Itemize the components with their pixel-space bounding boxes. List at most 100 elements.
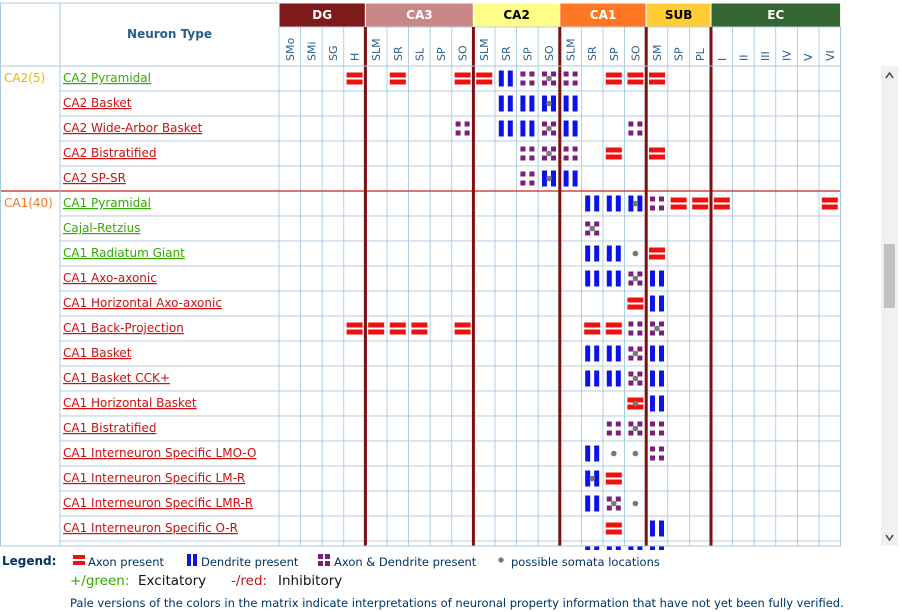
matrix-cell[interactable] [797, 540, 820, 547]
matrix-cell[interactable] [689, 490, 712, 517]
matrix-cell[interactable] [602, 215, 626, 242]
matrix-cell[interactable] [818, 290, 842, 317]
matrix-cell[interactable] [343, 140, 366, 167]
matrix-cell[interactable] [689, 265, 712, 292]
matrix-cell[interactable] [364, 190, 388, 217]
matrix-cell[interactable] [797, 265, 820, 292]
matrix-cell[interactable] [429, 465, 453, 492]
matrix-cell[interactable] [645, 340, 669, 367]
matrix-cell[interactable] [797, 390, 820, 417]
matrix-cell[interactable] [818, 265, 842, 292]
matrix-cell[interactable] [364, 65, 388, 92]
matrix-cell[interactable] [667, 415, 690, 442]
matrix-cell[interactable] [472, 240, 496, 267]
matrix-cell[interactable] [667, 340, 690, 367]
matrix-cell[interactable] [710, 115, 734, 142]
matrix-cell[interactable] [753, 115, 777, 142]
matrix-cell[interactable] [386, 490, 410, 517]
matrix-cell[interactable] [408, 215, 431, 242]
matrix-cell[interactable] [624, 165, 647, 192]
neuron-link-ca1-radiatum-giant[interactable]: CA1 Radiatum Giant [63, 246, 185, 260]
matrix-cell[interactable] [710, 290, 734, 317]
matrix-cell[interactable] [797, 415, 820, 442]
matrix-cell[interactable] [278, 65, 302, 92]
matrix-cell[interactable] [386, 465, 410, 492]
matrix-cell[interactable] [472, 165, 496, 192]
matrix-cell[interactable] [278, 390, 302, 417]
matrix-cell[interactable] [364, 215, 388, 242]
matrix-cell[interactable] [818, 365, 842, 392]
matrix-cell[interactable] [408, 90, 431, 117]
matrix-cell[interactable] [321, 265, 345, 292]
matrix-cell[interactable] [775, 115, 798, 142]
matrix-cell[interactable] [602, 265, 626, 292]
matrix-cell[interactable] [732, 65, 755, 92]
matrix-cell[interactable] [343, 415, 366, 442]
matrix-cell[interactable] [343, 215, 366, 242]
matrix-cell[interactable] [386, 440, 410, 467]
neuron-link-ca2-sp-sr[interactable]: CA2 SP-SR [63, 171, 126, 185]
matrix-cell[interactable] [581, 415, 604, 442]
matrix-cell[interactable] [818, 490, 842, 517]
matrix-cell[interactable] [559, 515, 582, 542]
matrix-cell[interactable] [753, 515, 777, 542]
matrix-cell[interactable] [278, 240, 302, 267]
matrix-cell[interactable] [775, 165, 798, 192]
matrix-cell[interactable] [645, 240, 669, 267]
matrix-cell[interactable] [343, 365, 366, 392]
matrix-cell[interactable] [797, 515, 820, 542]
matrix-cell[interactable] [710, 465, 734, 492]
matrix-cell[interactable] [472, 440, 496, 467]
matrix-cell[interactable] [516, 165, 539, 192]
matrix-cell[interactable] [472, 290, 496, 317]
matrix-cell[interactable] [516, 515, 539, 542]
matrix-cell[interactable] [300, 465, 323, 492]
matrix-cell[interactable] [343, 490, 366, 517]
matrix-cell[interactable] [775, 90, 798, 117]
matrix-cell[interactable] [343, 240, 366, 267]
matrix-cell[interactable] [408, 390, 431, 417]
matrix-cell[interactable] [689, 115, 712, 142]
matrix-cell[interactable] [451, 165, 474, 192]
matrix-cell[interactable] [364, 440, 388, 467]
matrix-cell[interactable] [645, 140, 669, 167]
matrix-cell[interactable] [278, 315, 302, 342]
neuron-link-ca1-bistratified[interactable]: CA1 Bistratified [63, 421, 156, 435]
matrix-cell[interactable] [429, 415, 453, 442]
matrix-cell[interactable] [364, 540, 388, 547]
matrix-cell[interactable] [408, 415, 431, 442]
matrix-cell[interactable] [321, 115, 345, 142]
matrix-cell[interactable] [818, 190, 842, 217]
matrix-cell[interactable] [775, 240, 798, 267]
matrix-cell[interactable] [408, 65, 431, 92]
matrix-cell[interactable] [775, 265, 798, 292]
matrix-cell[interactable] [667, 490, 690, 517]
matrix-cell[interactable] [429, 490, 453, 517]
matrix-cell[interactable] [516, 65, 539, 92]
matrix-cell[interactable] [408, 165, 431, 192]
matrix-cell[interactable] [689, 390, 712, 417]
matrix-cell[interactable] [364, 265, 388, 292]
matrix-cell[interactable] [710, 490, 734, 517]
matrix-cell[interactable] [537, 415, 561, 442]
matrix-cell[interactable] [667, 365, 690, 392]
matrix-cell[interactable] [732, 140, 755, 167]
matrix-cell[interactable] [300, 215, 323, 242]
matrix-cell[interactable] [472, 215, 496, 242]
matrix-cell[interactable] [386, 190, 410, 217]
matrix-cell[interactable] [710, 365, 734, 392]
matrix-cell[interactable] [667, 140, 690, 167]
matrix-cell[interactable] [451, 90, 474, 117]
matrix-cell[interactable] [408, 240, 431, 267]
matrix-cell[interactable] [516, 140, 539, 167]
matrix-cell[interactable] [386, 165, 410, 192]
matrix-cell[interactable] [645, 415, 669, 442]
matrix-cell[interactable] [429, 215, 453, 242]
neuron-link-ca1-basket[interactable]: CA1 Basket [63, 346, 132, 360]
matrix-cell[interactable] [559, 390, 582, 417]
matrix-cell[interactable] [451, 490, 474, 517]
matrix-cell[interactable] [321, 90, 345, 117]
matrix-cell[interactable] [386, 140, 410, 167]
matrix-cell[interactable] [753, 165, 777, 192]
matrix-cell[interactable] [559, 365, 582, 392]
